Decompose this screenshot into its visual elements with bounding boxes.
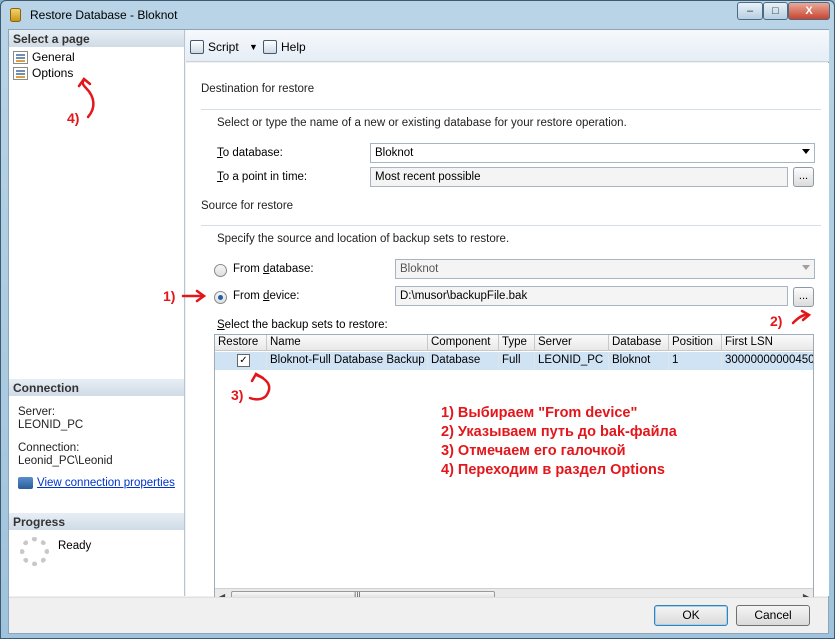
grid-header: Restore Name Component Type Server Datab… xyxy=(215,335,813,351)
database-cell: Bloknot xyxy=(609,352,669,370)
source-title: Source for restore xyxy=(201,200,294,212)
script-label: Script xyxy=(208,40,239,54)
script-icon xyxy=(190,40,204,54)
to-point-in-time-label: To a point in time: xyxy=(217,171,308,183)
page-item-label: Options xyxy=(32,66,74,80)
annotation-notes: 1) Выбираем "From device" 2) Указываем п… xyxy=(441,404,677,480)
window-title: Restore Database - Bloknot xyxy=(30,8,178,22)
connection-label: Connection: xyxy=(18,442,80,454)
annotation-marker-4: 4) xyxy=(67,110,80,126)
script-dropdown-button[interactable]: ▼ xyxy=(249,38,258,56)
ok-button[interactable]: OK xyxy=(654,605,728,626)
table-row[interactable]: ✓ Bloknot-Full Database Backup Database … xyxy=(215,352,813,370)
column-header-position[interactable]: Position xyxy=(669,335,722,351)
restore-checkbox[interactable]: ✓ xyxy=(237,354,250,367)
title-bar[interactable]: Restore Database - Bloknot – □ X xyxy=(1,1,834,29)
name-cell: Bloknot-Full Database Backup xyxy=(267,352,428,370)
restore-database-window: Restore Database - Bloknot – □ X Select … xyxy=(0,0,835,639)
page-icon xyxy=(13,66,28,80)
column-header-component[interactable]: Component xyxy=(428,335,499,351)
to-database-value: Bloknot xyxy=(375,147,414,159)
destination-divider xyxy=(201,109,821,110)
to-database-combo[interactable]: Bloknot xyxy=(370,143,815,163)
help-icon xyxy=(263,40,277,54)
chevron-down-icon xyxy=(802,265,810,270)
help-button[interactable]: Help xyxy=(263,38,306,56)
page-item-label: General xyxy=(32,50,75,64)
annotation-note: 3) Отмечаем его галочкой xyxy=(441,443,626,459)
progress-header: Progress xyxy=(9,513,184,530)
column-header-first-lsn[interactable]: First LSN xyxy=(722,335,813,351)
chevron-down-icon xyxy=(802,149,810,154)
annotation-marker-1: 1) xyxy=(163,288,176,304)
server-value: LEONID_PC xyxy=(18,419,84,431)
select-page-header: Select a page xyxy=(9,30,184,47)
from-database-value: Bloknot xyxy=(400,263,439,275)
progress-status: Ready xyxy=(58,540,92,552)
general-page: Destination for restore Select or type t… xyxy=(186,63,829,605)
point-in-time-browse-button[interactable]: ... xyxy=(793,167,814,187)
position-cell: 1 xyxy=(669,352,722,370)
dialog-footer: OK Cancel xyxy=(9,597,828,633)
view-connection-properties-link[interactable]: View connection properties xyxy=(18,477,175,489)
server-cell: LEONID_PC xyxy=(535,352,609,370)
dialog-client-area: Select a page General Options Connection… xyxy=(8,29,829,634)
annotation-note: 1) Выбираем "From device" xyxy=(441,405,638,421)
from-database-combo[interactable]: Bloknot xyxy=(395,259,815,279)
minimize-icon: – xyxy=(746,5,754,17)
script-button[interactable]: Script xyxy=(190,38,239,56)
destination-description: Select or type the name of a new or exis… xyxy=(217,117,627,129)
column-header-name[interactable]: Name xyxy=(267,335,428,351)
connection-header: Connection xyxy=(9,379,184,396)
view-connection-properties-label: View connection properties xyxy=(37,477,175,489)
device-browse-button[interactable]: ... xyxy=(793,287,814,307)
page-icon xyxy=(13,50,28,64)
annotation-marker-2: 2) xyxy=(770,313,783,329)
to-database-label: To database: xyxy=(217,147,283,159)
to-point-in-time-field[interactable]: Most recent possible xyxy=(370,167,788,187)
server-label: Server: xyxy=(18,406,56,418)
from-device-path-field[interactable]: D:\musor\backupFile.bak xyxy=(395,286,788,306)
annotation-note: 2) Указываем путь до bak-файла xyxy=(441,424,677,440)
close-button[interactable]: X xyxy=(788,2,830,20)
chevron-down-icon: ▼ xyxy=(249,42,258,52)
connection-value: Leonid_PC\Leonid xyxy=(18,455,113,467)
column-header-type[interactable]: Type xyxy=(499,335,535,351)
first-lsn-cell: 3000000000045000 xyxy=(722,352,813,370)
type-cell: Full xyxy=(499,352,535,370)
source-description: Specify the source and location of backu… xyxy=(217,233,510,245)
from-device-radio[interactable] xyxy=(214,291,227,304)
from-device-label: From device: xyxy=(233,290,300,302)
close-icon: X xyxy=(805,5,813,17)
cancel-button[interactable]: Cancel xyxy=(736,605,810,626)
column-header-database[interactable]: Database xyxy=(609,335,669,351)
page-item-options[interactable]: Options xyxy=(13,65,73,81)
annotation-marker-3: 3) xyxy=(231,387,244,403)
from-database-label: From database: xyxy=(233,263,314,275)
backup-sets-label: Select the backup sets to restore: xyxy=(217,319,388,331)
maximize-button[interactable]: □ xyxy=(763,2,788,20)
annotation-note: 4) Переходим в раздел Options xyxy=(441,462,665,478)
source-divider xyxy=(201,225,821,226)
column-header-server[interactable]: Server xyxy=(535,335,609,351)
restore-cell: ✓ xyxy=(215,352,267,370)
component-cell: Database xyxy=(428,352,499,370)
page-item-general[interactable]: General xyxy=(13,49,75,65)
column-header-restore[interactable]: Restore xyxy=(215,335,267,351)
help-label: Help xyxy=(281,40,306,54)
connection-properties-icon xyxy=(18,477,33,489)
from-database-radio[interactable] xyxy=(214,264,227,277)
toolbar: Script ▼ Help xyxy=(186,30,829,62)
minimize-button[interactable]: – xyxy=(737,2,763,20)
maximize-icon: □ xyxy=(772,5,779,17)
left-pane: Select a page General Options Connection… xyxy=(9,30,185,596)
progress-spinner-icon xyxy=(20,537,49,566)
destination-title: Destination for restore xyxy=(201,83,315,95)
database-icon xyxy=(10,8,21,22)
